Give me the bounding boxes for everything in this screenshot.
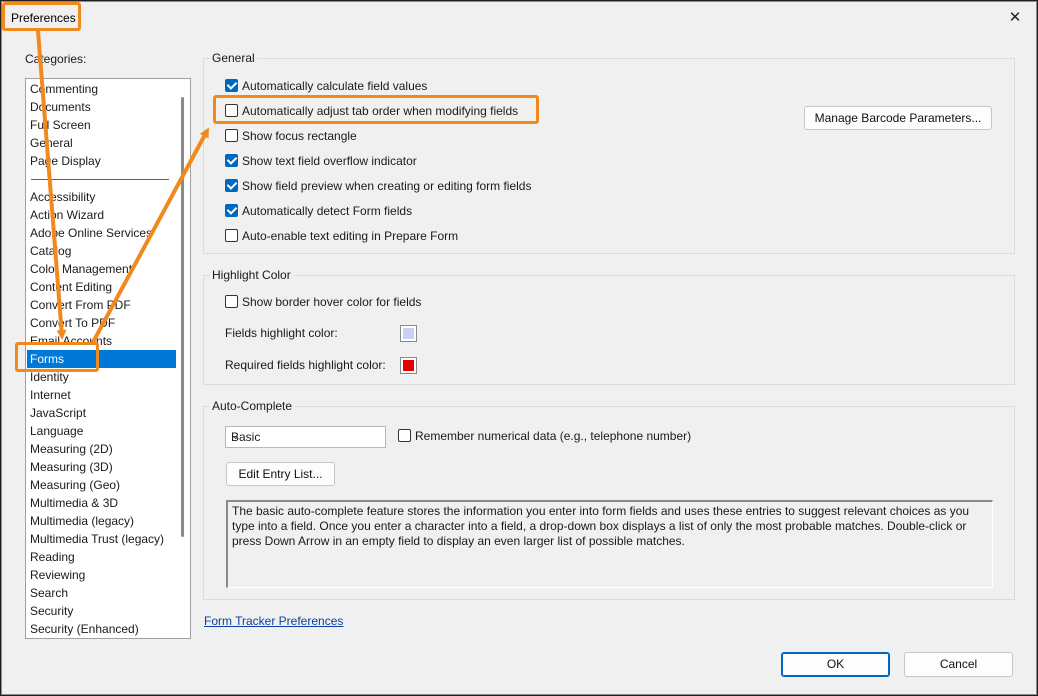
category-item[interactable]: Color Management bbox=[30, 260, 132, 278]
edit-entry-list-button[interactable]: Edit Entry List... bbox=[226, 462, 335, 486]
general-option-checkbox[interactable] bbox=[225, 129, 238, 142]
category-item[interactable]: Accessibility bbox=[30, 188, 95, 206]
remember-numerical-checkbox[interactable] bbox=[398, 429, 411, 442]
general-option[interactable]: Show field preview when creating or edit… bbox=[225, 178, 531, 194]
callout-forms-highlight bbox=[15, 342, 99, 372]
category-item[interactable]: Documents bbox=[30, 98, 91, 116]
autocomplete-mode-select[interactable]: Basic ⌄ bbox=[225, 426, 386, 448]
general-option-label: Automatically calculate field values bbox=[242, 79, 428, 93]
ok-button[interactable]: OK bbox=[781, 652, 890, 677]
category-item[interactable]: Convert To PDF bbox=[30, 314, 115, 332]
border-hover-option[interactable]: Show border hover color for fields bbox=[225, 294, 421, 310]
general-option[interactable]: Show focus rectangle bbox=[225, 128, 357, 144]
general-option-label: Automatically detect Form fields bbox=[242, 204, 413, 218]
general-option-checkbox[interactable] bbox=[225, 229, 238, 242]
category-item[interactable]: Measuring (3D) bbox=[30, 458, 113, 476]
category-item[interactable]: Search bbox=[30, 584, 68, 602]
cancel-button[interactable]: Cancel bbox=[904, 652, 1013, 677]
category-item[interactable]: Action Wizard bbox=[30, 206, 104, 224]
general-option-checkbox[interactable] bbox=[225, 79, 238, 92]
category-item[interactable]: Adobe Online Services bbox=[30, 224, 152, 242]
required-highlight-swatch[interactable] bbox=[400, 357, 417, 374]
border-hover-label: Show border hover color for fields bbox=[242, 295, 422, 309]
general-option-label: Auto-enable text editing in Prepare Form bbox=[242, 229, 459, 243]
general-option-label: Show focus rectangle bbox=[242, 129, 357, 143]
general-option-label: Show text field overflow indicator bbox=[242, 154, 417, 168]
category-item[interactable]: Multimedia (legacy) bbox=[30, 512, 134, 530]
category-item[interactable]: Language bbox=[30, 422, 83, 440]
category-item[interactable]: Security bbox=[30, 602, 73, 620]
autocomplete-description: The basic auto-complete feature stores t… bbox=[226, 500, 993, 588]
autocomplete-group-title: Auto-Complete bbox=[210, 399, 295, 413]
category-item[interactable]: Internet bbox=[30, 386, 71, 404]
categories-label: Categories: bbox=[25, 52, 87, 66]
border-hover-checkbox[interactable] bbox=[225, 295, 238, 308]
categories-scrollbar[interactable] bbox=[181, 97, 184, 537]
category-item[interactable]: Measuring (2D) bbox=[30, 440, 113, 458]
category-item[interactable]: Page Display bbox=[30, 152, 101, 170]
general-option-label: Show field preview when creating or edit… bbox=[242, 179, 532, 193]
callout-title-highlight bbox=[2, 2, 81, 31]
form-tracker-link[interactable]: Form Tracker Preferences bbox=[204, 614, 343, 628]
required-highlight-label: Required fields highlight color: bbox=[225, 358, 386, 372]
chevron-down-icon: ⌄ bbox=[231, 430, 241, 442]
general-option[interactable]: Automatically calculate field values bbox=[225, 78, 427, 94]
general-option-checkbox[interactable] bbox=[225, 179, 238, 192]
general-group-title: General bbox=[210, 51, 257, 65]
category-item[interactable]: Multimedia Trust (legacy) bbox=[30, 530, 164, 548]
title-bar: Preferences ✕ bbox=[2, 2, 1036, 34]
category-item[interactable]: Multimedia & 3D bbox=[30, 494, 118, 512]
remember-numerical-option[interactable]: Remember numerical data (e.g., telephone… bbox=[398, 428, 691, 444]
category-item[interactable]: Full Screen bbox=[30, 116, 91, 134]
category-item[interactable]: Convert From PDF bbox=[30, 296, 131, 314]
category-item[interactable]: Commenting bbox=[30, 80, 98, 98]
general-option-checkbox[interactable] bbox=[225, 154, 238, 167]
general-option[interactable]: Auto-enable text editing in Prepare Form bbox=[225, 228, 458, 244]
category-item[interactable]: Content Editing bbox=[30, 278, 112, 296]
remember-numerical-label: Remember numerical data (e.g., telephone… bbox=[415, 429, 692, 443]
category-item[interactable]: Measuring (Geo) bbox=[30, 476, 120, 494]
general-option[interactable]: Show text field overflow indicator bbox=[225, 153, 417, 169]
general-option-checkbox[interactable] bbox=[225, 204, 238, 217]
highlight-group-title: Highlight Color bbox=[210, 268, 293, 282]
category-item[interactable]: Reading bbox=[30, 548, 75, 566]
fields-highlight-swatch[interactable] bbox=[400, 325, 417, 342]
callout-tab-order-highlight bbox=[213, 95, 539, 124]
category-item[interactable]: JavaScript bbox=[30, 404, 86, 422]
categories-divider bbox=[31, 179, 169, 180]
category-item[interactable]: Security (Enhanced) bbox=[30, 620, 139, 638]
fields-highlight-label: Fields highlight color: bbox=[225, 326, 338, 340]
category-item[interactable]: Reviewing bbox=[30, 566, 85, 584]
manage-barcode-button[interactable]: Manage Barcode Parameters... bbox=[804, 106, 992, 130]
category-item[interactable]: General bbox=[30, 134, 73, 152]
general-option[interactable]: Automatically detect Form fields bbox=[225, 203, 412, 219]
category-item[interactable]: Catalog bbox=[30, 242, 71, 260]
close-icon[interactable]: ✕ bbox=[1004, 7, 1026, 29]
